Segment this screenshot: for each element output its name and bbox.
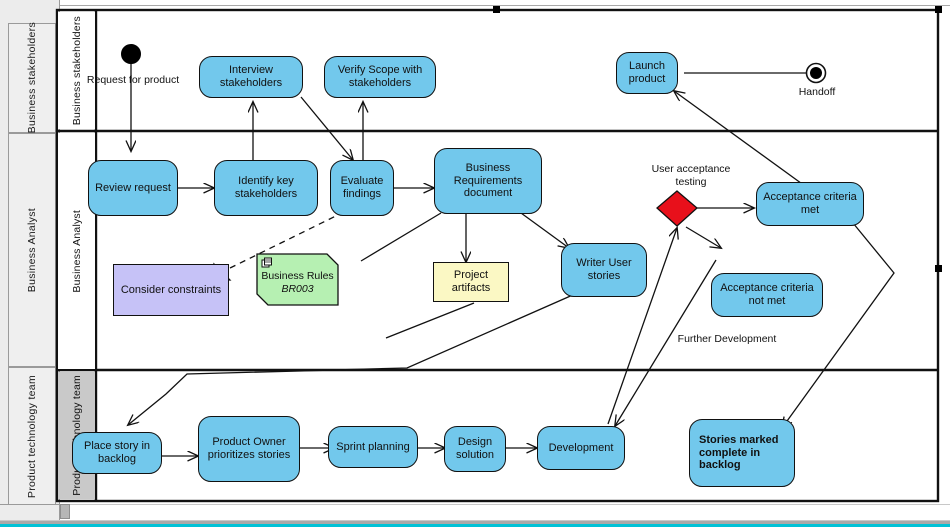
note-sublabel: BR003 <box>281 283 314 296</box>
activity-acceptance-criteria-met[interactable]: Acceptance criteria met <box>756 182 864 226</box>
activity-diagram-canvas[interactable]: Business stakeholders Business Analyst P… <box>55 6 942 503</box>
initial-node[interactable] <box>121 44 141 64</box>
selection-handle-right[interactable] <box>935 265 942 272</box>
activity-place-story-in-backlog[interactable]: Place story in backlog <box>72 432 162 474</box>
selection-handle-top-right[interactable] <box>935 6 942 13</box>
lane-label-business-stakeholders[interactable]: Business stakeholders <box>58 12 95 129</box>
activity-label: Acceptance criteria met <box>763 191 857 216</box>
activity-stories-marked-complete[interactable]: Stories marked complete in backlog <box>689 419 795 487</box>
activity-label: Business Requirements document <box>453 161 523 200</box>
activity-label: Sprint planning <box>336 440 410 453</box>
row-header-label: Product technology team <box>26 374 38 499</box>
activity-acceptance-criteria-not-met[interactable]: Acceptance criteria not met <box>711 273 823 317</box>
activity-label: Design solution <box>456 436 494 461</box>
note-label: Consider constraints <box>120 284 222 296</box>
activity-development[interactable]: Development <box>537 426 625 470</box>
activity-label: Launch product <box>628 60 666 85</box>
activity-label: Product Owner prioritizes stories <box>207 436 291 461</box>
activity-label: Stories marked complete in backlog <box>699 433 779 472</box>
decision-diamond[interactable] <box>656 190 698 227</box>
activity-label: Review request <box>95 181 171 194</box>
horizontal-scrollbar[interactable] <box>0 504 950 520</box>
activity-writer-user-stories[interactable]: Writer User stories <box>561 243 647 297</box>
activity-identify-key-stakeholders[interactable]: Identify key stakeholders <box>214 160 318 216</box>
note-business-rules-text: Business Rules BR003 <box>257 270 338 296</box>
activity-label: Development <box>548 441 614 454</box>
activity-evaluate-findings[interactable]: Evaluate findings <box>330 160 394 216</box>
note-label: Business Rules <box>261 270 334 282</box>
activity-business-requirements-document[interactable]: Business Requirements document <box>434 148 542 214</box>
final-node-dot <box>810 67 822 79</box>
row-header-label: Business stakeholders <box>26 22 38 134</box>
activity-label: Evaluate findings <box>340 175 384 200</box>
lane-label-text: Business Analyst <box>70 209 83 293</box>
window-top-rule <box>0 5 950 6</box>
activity-label: Place story in backlog <box>83 440 151 465</box>
row-header-product-technology-team[interactable]: Product technology team <box>8 367 56 506</box>
grid-corner-cell <box>0 0 60 16</box>
horizontal-scrollbar-thumb[interactable] <box>60 504 70 519</box>
edge-label-further-development: Further Development <box>677 333 777 345</box>
activity-verify-scope[interactable]: Verify Scope with stakeholders <box>324 56 436 98</box>
activity-interview-stakeholders[interactable]: Interview stakeholders <box>199 56 303 98</box>
note-project-artifacts[interactable]: Project artifacts <box>433 262 509 302</box>
scrollbar-corner <box>0 504 60 520</box>
decision-node-label: User acceptance testing <box>651 163 731 188</box>
activity-sprint-planning[interactable]: Sprint planning <box>328 426 418 468</box>
activity-design-solution[interactable]: Design solution <box>444 426 506 472</box>
activity-label: Acceptance criteria not met <box>720 282 814 307</box>
activity-label: Writer User stories <box>576 257 632 282</box>
activity-label: Verify Scope with stakeholders <box>337 64 423 89</box>
activity-launch-product[interactable]: Launch product <box>616 52 678 94</box>
final-node-label: Handoff <box>798 86 836 98</box>
lane-label-text: Business stakeholders <box>70 15 83 126</box>
diagram-window: Business stakeholders Business Analyst P… <box>0 0 950 527</box>
note-consider-constraints[interactable]: Consider constraints <box>113 264 229 316</box>
initial-node-label: Request for product <box>86 74 180 86</box>
activity-product-owner-prioritizes-stories[interactable]: Product Owner prioritizes stories <box>198 416 300 482</box>
row-header-business-stakeholders[interactable]: Business stakeholders <box>8 22 56 134</box>
activity-label: Interview stakeholders <box>219 64 283 89</box>
activity-label: Identify key stakeholders <box>234 175 298 200</box>
row-header-business-analyst[interactable]: Business Analyst <box>8 133 56 367</box>
selection-handle-top[interactable] <box>493 6 500 13</box>
row-header-label: Business Analyst <box>26 207 38 293</box>
note-label: Project artifacts <box>451 268 491 294</box>
activity-review-request[interactable]: Review request <box>88 160 178 216</box>
